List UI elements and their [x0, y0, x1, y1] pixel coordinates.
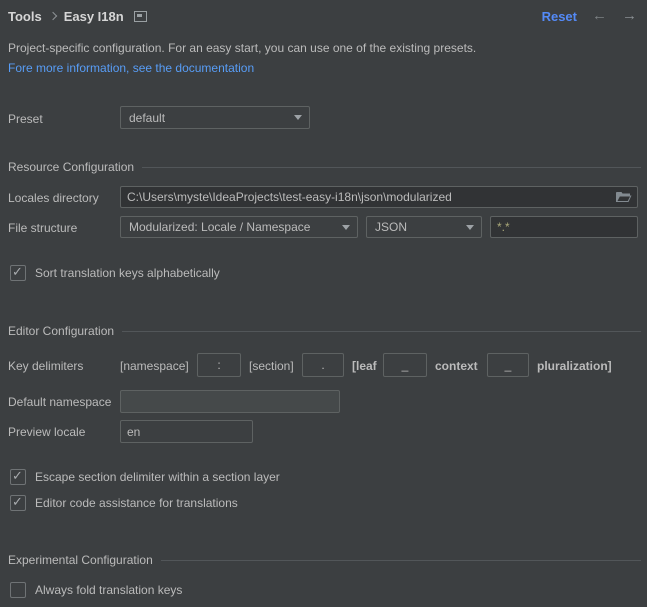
- chevron-down-icon: [294, 115, 302, 120]
- chevron-right-icon: [48, 12, 56, 20]
- key-delimiters-label: Key delimiters: [8, 359, 83, 373]
- checkbox-label: Sort translation keys alphabetically: [35, 266, 220, 280]
- checkbox-label: Editor code assistance for translations: [35, 496, 238, 510]
- file-format-dropdown[interactable]: JSON: [366, 216, 482, 238]
- checkbox-label: Always fold translation keys: [35, 583, 182, 597]
- namespace-delimiter-input[interactable]: [197, 353, 241, 377]
- resource-section-title: Resource Configuration: [8, 160, 134, 174]
- experimental-section-title: Experimental Configuration: [8, 553, 153, 567]
- checkbox-icon: [10, 495, 26, 511]
- chevron-down-icon: [466, 225, 474, 230]
- checkbox-label: Escape section delimiter within a sectio…: [35, 470, 280, 484]
- locales-directory-label: Locales directory: [8, 191, 99, 205]
- file-pattern-input[interactable]: [490, 216, 638, 238]
- leaf-delimiter-label: [leaf: [352, 359, 377, 373]
- resource-section-header: Resource Configuration: [8, 160, 641, 174]
- fold-keys-checkbox[interactable]: Always fold translation keys: [10, 582, 182, 598]
- description-text: Project-specific configuration. For an e…: [8, 41, 476, 55]
- file-structure-label: File structure: [8, 221, 77, 235]
- section-divider: [161, 560, 641, 561]
- back-arrow-icon[interactable]: ←: [592, 8, 607, 24]
- preview-locale-input[interactable]: [120, 420, 253, 443]
- preset-dropdown[interactable]: default: [120, 106, 310, 129]
- breadcrumb: Tools Easy I18n: [8, 8, 147, 24]
- editor-section-header: Editor Configuration: [8, 324, 641, 338]
- section-divider: [142, 167, 641, 168]
- window-icon: [134, 11, 147, 22]
- sort-keys-checkbox[interactable]: Sort translation keys alphabetically: [10, 265, 220, 281]
- default-namespace-label: Default namespace: [8, 395, 111, 409]
- namespace-delimiter-label: [namespace]: [120, 359, 189, 373]
- chevron-down-icon: [342, 225, 350, 230]
- locales-directory-field-wrap: [120, 186, 638, 208]
- pluralization-delimiter-label: pluralization]: [537, 359, 612, 373]
- checkbox-icon: [10, 265, 26, 281]
- settings-page: Tools Easy I18n Reset ← → Project-specif…: [0, 0, 647, 607]
- locales-directory-input[interactable]: [120, 186, 638, 208]
- breadcrumb-tools[interactable]: Tools: [8, 9, 42, 24]
- experimental-section-header: Experimental Configuration: [8, 553, 641, 567]
- section-delimiter-input[interactable]: [302, 353, 344, 377]
- editor-section-title: Editor Configuration: [8, 324, 114, 338]
- checkbox-icon: [10, 582, 26, 598]
- preset-value: default: [129, 111, 165, 125]
- documentation-link[interactable]: Fore more information, see the documenta…: [8, 61, 254, 75]
- section-delimiter-label: [section]: [249, 359, 294, 373]
- header-actions: Reset ← →: [542, 7, 637, 25]
- code-assistance-checkbox[interactable]: Editor code assistance for translations: [10, 495, 238, 511]
- section-divider: [122, 331, 641, 332]
- escape-delimiter-checkbox[interactable]: Escape section delimiter within a sectio…: [10, 469, 280, 485]
- default-namespace-input[interactable]: [120, 390, 340, 413]
- file-structure-dropdown[interactable]: Modularized: Locale / Namespace: [120, 216, 358, 238]
- file-format-value: JSON: [375, 220, 407, 234]
- reset-button[interactable]: Reset: [542, 9, 577, 24]
- context-delimiter-input[interactable]: [383, 353, 427, 377]
- preview-locale-label: Preview locale: [8, 425, 85, 439]
- plural-delimiter-input[interactable]: [487, 353, 529, 377]
- folder-open-icon[interactable]: [616, 191, 632, 203]
- context-delimiter-label: context: [435, 359, 478, 373]
- forward-arrow-icon[interactable]: →: [622, 8, 637, 24]
- preset-label: Preset: [8, 112, 43, 126]
- breadcrumb-easy-i18n: Easy I18n: [64, 9, 124, 24]
- checkbox-icon: [10, 469, 26, 485]
- file-structure-value: Modularized: Locale / Namespace: [129, 220, 310, 234]
